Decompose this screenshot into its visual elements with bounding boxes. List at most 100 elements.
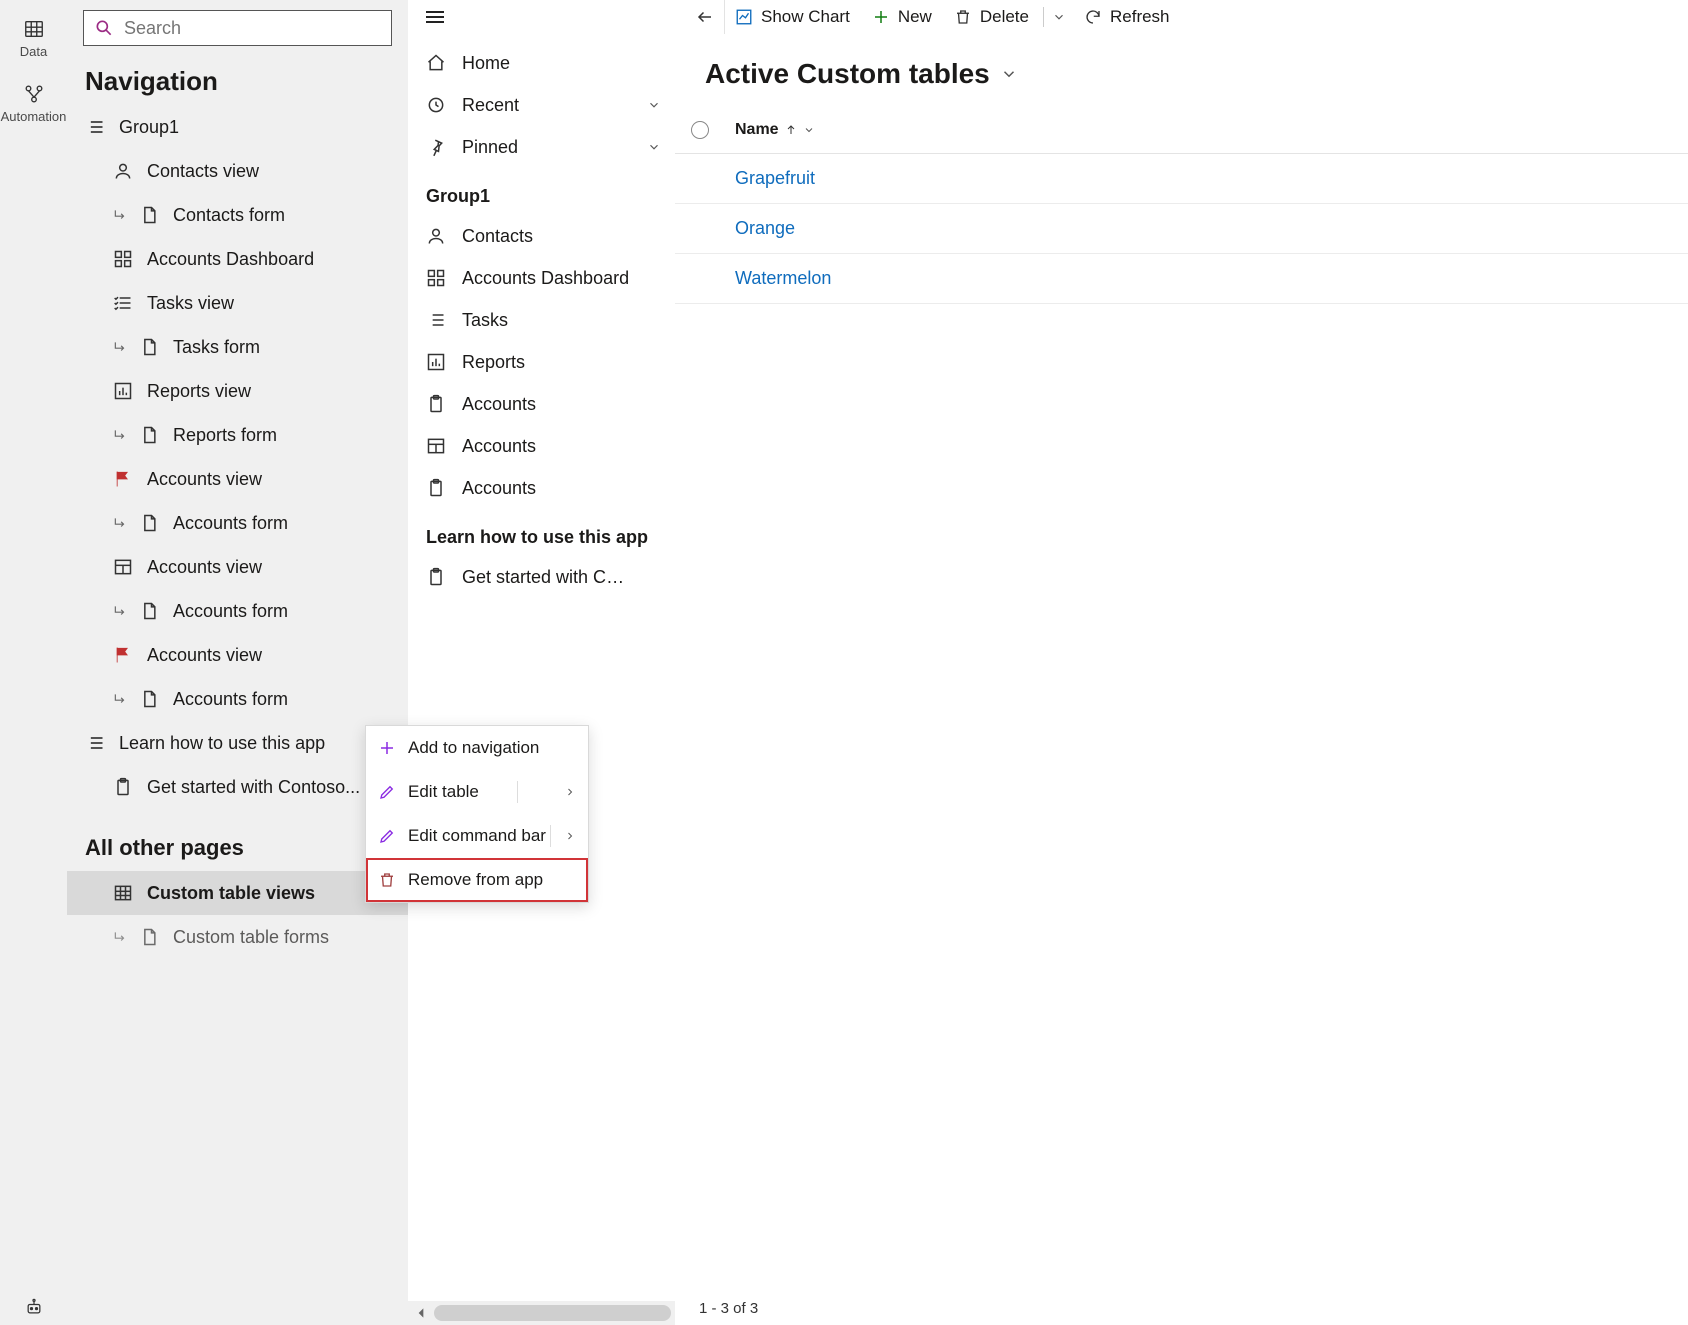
mid-recent[interactable]: Recent [408, 84, 675, 126]
main-content: Show Chart New Delete Refresh Active Cus… [675, 0, 1688, 1325]
back-button[interactable] [696, 8, 714, 26]
scrollbar-thumb[interactable] [434, 1305, 671, 1321]
mid-tasks[interactable]: Tasks [408, 299, 675, 341]
view-title[interactable]: Active Custom tables [705, 58, 990, 90]
mid-reports[interactable]: Reports [408, 341, 675, 383]
record-link[interactable]: Orange [735, 218, 795, 239]
column-header-name[interactable]: Name [735, 121, 815, 139]
horizontal-scrollbar[interactable] [408, 1301, 675, 1325]
pencil-icon [378, 783, 396, 801]
nav-custom-views[interactable]: Custom table views [67, 871, 408, 915]
clipboard-icon [426, 394, 446, 414]
divider [1043, 7, 1044, 27]
nav-learn-group[interactable]: Learn how to use this app [67, 721, 408, 765]
layout-icon [426, 436, 446, 456]
dashboard-icon [113, 249, 133, 269]
document-icon [139, 425, 159, 445]
nav-accounts-view-1[interactable]: Accounts view [67, 457, 408, 501]
scroll-left-icon[interactable] [412, 1304, 430, 1322]
search-input[interactable] [124, 18, 381, 39]
trash-icon [378, 871, 396, 889]
nav-accounts-view-3[interactable]: Accounts view [67, 633, 408, 677]
ctx-remove-from-app[interactable]: Remove from app [366, 858, 588, 902]
chart-icon [426, 352, 446, 372]
chevron-down-icon[interactable] [1000, 65, 1018, 83]
nav-group1[interactable]: Group1 [67, 105, 408, 149]
table-icon [23, 18, 45, 40]
mid-contacts[interactable]: Contacts [408, 215, 675, 257]
nav-tasks-form[interactable]: Tasks form [67, 325, 408, 369]
nav-custom-forms[interactable]: Custom table forms [67, 915, 408, 959]
record-link[interactable]: Grapefruit [735, 168, 815, 189]
select-all-checkbox[interactable] [691, 121, 709, 139]
navigation-title: Navigation [67, 52, 408, 105]
mid-accounts-3[interactable]: Accounts [408, 467, 675, 509]
record-link[interactable]: Watermelon [735, 268, 831, 289]
ctx-add-to-navigation[interactable]: Add to navigation [366, 726, 588, 770]
mid-accounts-1[interactable]: Accounts [408, 383, 675, 425]
sub-arrow-icon [113, 604, 127, 618]
nav-accounts-form-2[interactable]: Accounts form [67, 589, 408, 633]
mid-group1: Group1 [408, 168, 675, 215]
command-bar: Show Chart New Delete Refresh [675, 0, 1688, 34]
rail-bot-icon[interactable] [0, 1297, 67, 1317]
mid-pinned[interactable]: Pinned [408, 126, 675, 168]
grid-header: Name [675, 106, 1688, 154]
chart-icon [113, 381, 133, 401]
mid-get-started[interactable]: Get started with Con... [408, 556, 675, 598]
layout-icon [113, 557, 133, 577]
nav-accounts-view-2[interactable]: Accounts view [67, 545, 408, 589]
grid-footer: 1 - 3 of 3 [675, 1291, 1688, 1325]
pencil-icon [378, 827, 396, 845]
table-row[interactable]: Grapefruit [675, 154, 1688, 204]
nav-get-started[interactable]: Get started with Contoso... [67, 765, 408, 809]
sub-arrow-icon [113, 428, 127, 442]
clipboard-icon [113, 777, 133, 797]
chart-icon [735, 8, 753, 26]
nav-reports-form[interactable]: Reports form [67, 413, 408, 457]
chevron-right-icon [564, 830, 576, 842]
flag-icon [113, 645, 133, 665]
person-icon [113, 161, 133, 181]
mid-accounts-dashboard[interactable]: Accounts Dashboard [408, 257, 675, 299]
chevron-right-icon [564, 786, 576, 798]
table-row[interactable]: Orange [675, 204, 1688, 254]
rail-automation[interactable]: Automation [0, 73, 67, 138]
new-button[interactable]: New [872, 7, 932, 27]
grid-body: Grapefruit Orange Watermelon [675, 154, 1688, 1291]
rail-automation-label: Automation [1, 109, 67, 124]
chevron-down-icon[interactable] [803, 124, 815, 136]
chevron-down-icon [647, 140, 661, 154]
show-chart-button[interactable]: Show Chart [735, 7, 850, 27]
sub-arrow-icon [113, 692, 127, 706]
nav-contacts-view[interactable]: Contacts view [67, 149, 408, 193]
nav-tasks-view[interactable]: Tasks view [67, 281, 408, 325]
ctx-edit-table[interactable]: Edit table [366, 770, 588, 814]
flag-icon [113, 469, 133, 489]
navigation-panel: Navigation Group1 Contacts view Contacts… [67, 0, 408, 1325]
table-row[interactable]: Watermelon [675, 254, 1688, 304]
hamburger-button[interactable] [426, 11, 444, 23]
plus-icon [872, 8, 890, 26]
table-icon [113, 883, 133, 903]
mid-accounts-2[interactable]: Accounts [408, 425, 675, 467]
pin-icon [426, 137, 446, 157]
document-icon [139, 205, 159, 225]
trash-icon [954, 8, 972, 26]
nav-contacts-form[interactable]: Contacts form [67, 193, 408, 237]
nav-accounts-form-3[interactable]: Accounts form [67, 677, 408, 721]
delete-button[interactable]: Delete [954, 7, 1029, 27]
ctx-edit-command-bar[interactable]: Edit command bar [366, 814, 588, 858]
left-rail: Data Automation [0, 0, 67, 1325]
refresh-button[interactable]: Refresh [1084, 7, 1170, 27]
nav-reports-view[interactable]: Reports view [67, 369, 408, 413]
nav-accounts-dashboard[interactable]: Accounts Dashboard [67, 237, 408, 281]
nav-accounts-form-1[interactable]: Accounts form [67, 501, 408, 545]
bot-icon [24, 1297, 44, 1317]
clipboard-icon [426, 567, 446, 587]
delete-split-chevron[interactable] [1052, 10, 1066, 24]
search-box[interactable] [83, 10, 392, 46]
mid-home[interactable]: Home [408, 42, 675, 84]
rail-data[interactable]: Data [0, 8, 67, 73]
person-icon [426, 226, 446, 246]
